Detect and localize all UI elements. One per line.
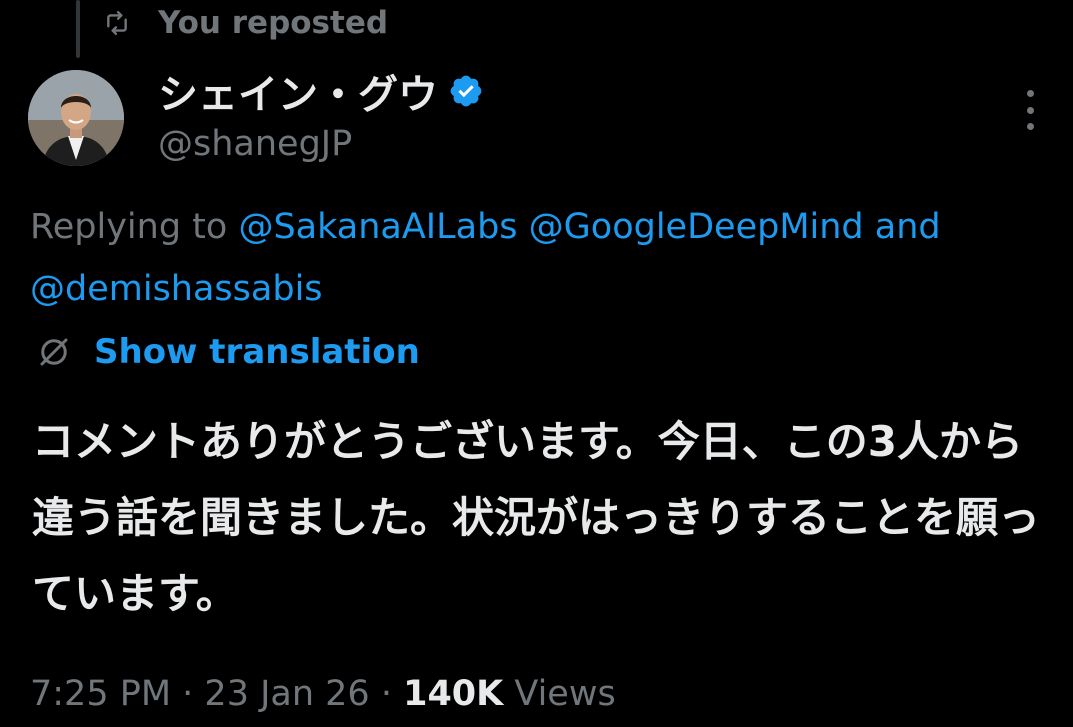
views-label[interactable]: Views bbox=[503, 674, 615, 714]
views-count[interactable]: 140K bbox=[403, 674, 503, 714]
thread-connector-line bbox=[76, 0, 80, 58]
globe-icon bbox=[36, 334, 72, 370]
replying-to-prefix: Replying to bbox=[30, 207, 228, 247]
tweet-text: コメントありがとうございます。今日、この3人から違う話を聞きました。状況がはっき… bbox=[32, 417, 1041, 618]
repost-header-text: You reposted bbox=[158, 5, 389, 41]
replying-to: Replying to @SakanaAILabs @GoogleDeepMin… bbox=[30, 196, 1050, 320]
more-dot bbox=[1026, 106, 1034, 114]
repost-header: You reposted bbox=[104, 2, 388, 44]
author-display-name[interactable]: シェイン・グウ bbox=[158, 62, 438, 120]
verified-badge-icon[interactable] bbox=[448, 73, 484, 109]
more-dot bbox=[1026, 123, 1034, 130]
tweet-time[interactable]: 7:25 PM bbox=[30, 674, 171, 714]
tweet-meta: 7:25 PM · 23 Jan 26 · 140K Views bbox=[30, 670, 616, 718]
meta-separator: · bbox=[171, 674, 205, 714]
author-name-row[interactable]: シェイン・グウ bbox=[158, 66, 484, 118]
replying-to-conjunction: and bbox=[874, 207, 941, 247]
show-translation-label[interactable]: Show translation bbox=[94, 332, 420, 372]
avatar[interactable] bbox=[28, 70, 124, 166]
mention-link[interactable]: @demishassabis bbox=[30, 269, 323, 309]
mention-link[interactable]: @SakanaAILabs bbox=[238, 207, 517, 247]
meta-separator: · bbox=[369, 674, 404, 714]
author-handle[interactable]: @shanegJP bbox=[158, 124, 352, 164]
mention-link[interactable]: @GoogleDeepMind bbox=[529, 207, 864, 247]
show-translation-button[interactable]: Show translation bbox=[36, 328, 420, 376]
more-dot bbox=[1026, 90, 1034, 97]
more-options-icon[interactable] bbox=[1018, 90, 1042, 130]
repost-icon bbox=[104, 10, 130, 36]
tweet-date[interactable]: 23 Jan 26 bbox=[204, 674, 369, 714]
